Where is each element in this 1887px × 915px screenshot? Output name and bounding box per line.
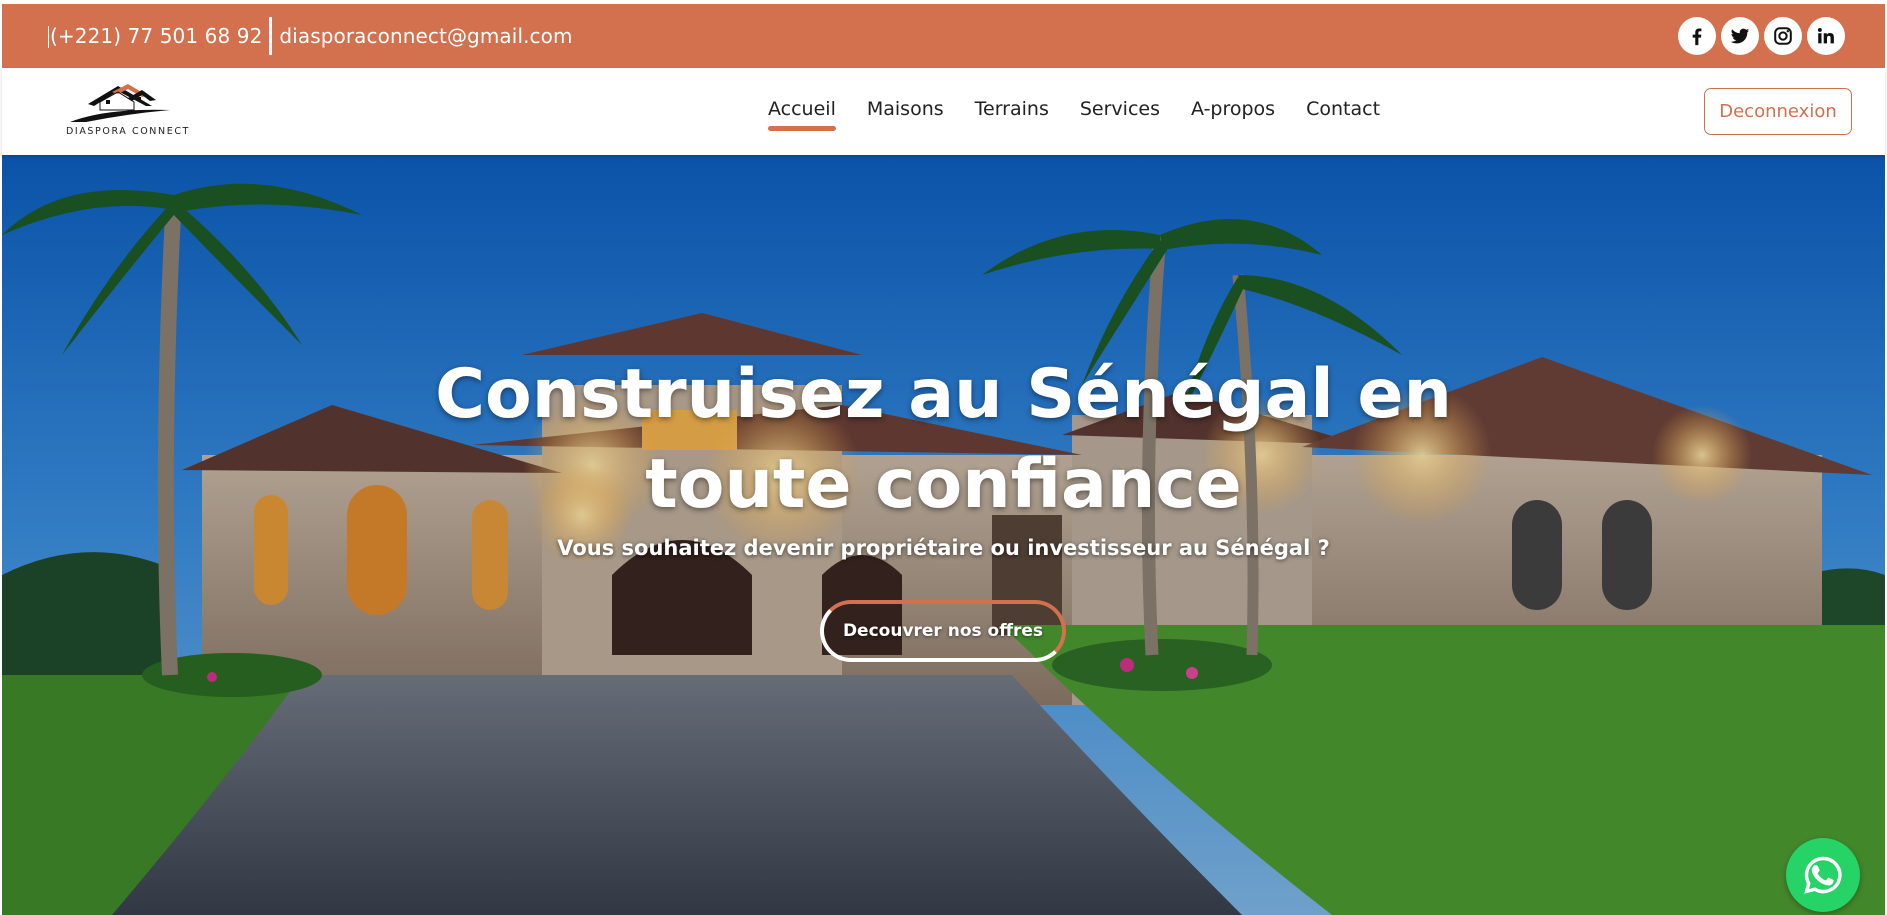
house-logo-icon [70, 84, 170, 122]
top-contact-bar: (+221) 77 501 68 92 diasporaconnect@gmai… [2, 4, 1885, 68]
nav-item-terrains[interactable]: Terrains [975, 98, 1049, 126]
twitter-icon[interactable] [1721, 17, 1759, 55]
hero-subtitle: Vous souhaitez devenir propriétaire ou i… [557, 536, 1330, 560]
main-navbar: DIASPORA CONNECT Accueil Maisons Terrain… [2, 68, 1885, 155]
whatsapp-icon[interactable] [1786, 838, 1860, 912]
logout-button[interactable]: Deconnexion [1704, 88, 1852, 135]
contact-divider [269, 17, 273, 55]
nav-item-accueil[interactable]: Accueil [768, 98, 836, 131]
nav-item-contact[interactable]: Contact [1306, 98, 1380, 126]
facebook-icon[interactable] [1678, 17, 1716, 55]
nav-item-maisons[interactable]: Maisons [867, 98, 944, 126]
hero-title-line-1: Construisez au Sénégal en [435, 355, 1452, 434]
brand-name: DIASPORA CONNECT [66, 126, 190, 137]
instagram-icon[interactable] [1764, 17, 1802, 55]
nav-item-services[interactable]: Services [1080, 98, 1160, 126]
nav-item-a-propos[interactable]: A-propos [1191, 98, 1275, 126]
hero-background-image [2, 155, 1885, 915]
discover-offers-button[interactable]: Decouvrer nos offres [820, 600, 1066, 662]
phone-number[interactable]: (+221) 77 501 68 92 [48, 24, 262, 48]
hero-title: Construisez au Sénégal en toute confianc… [2, 350, 1885, 530]
primary-nav: Accueil Maisons Terrains Services A-prop… [768, 98, 1380, 131]
email-address[interactable]: diasporaconnect@gmail.com [279, 24, 572, 48]
brand-logo[interactable]: DIASPORA CONNECT [64, 82, 188, 140]
linkedin-icon[interactable] [1807, 17, 1845, 55]
social-links [1678, 17, 1845, 55]
hero-title-line-2: toute confiance [645, 445, 1242, 524]
hero-section: Construisez au Sénégal en toute confianc… [2, 155, 1885, 915]
contact-info: (+221) 77 501 68 92 diasporaconnect@gmai… [48, 17, 573, 55]
